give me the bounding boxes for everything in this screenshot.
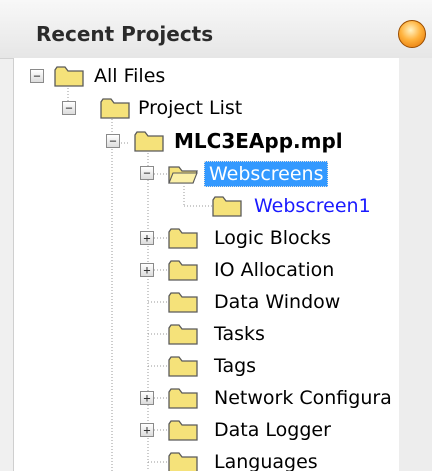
tree-node-project-file[interactable]: − MLC3EApp.mpl <box>106 127 396 155</box>
collapse-icon[interactable]: − <box>62 101 76 115</box>
recent-projects-panel: Recent Projects − All Files − Project Li… <box>0 0 432 471</box>
folder-icon <box>54 66 84 87</box>
tree-node-label: Data Window <box>214 291 341 313</box>
expand-icon[interactable]: + <box>140 391 154 405</box>
tree-node-project-list[interactable]: − Project List <box>62 94 302 122</box>
tree-node-label: Data Logger <box>214 419 331 441</box>
tree-node-label: Logic Blocks <box>214 227 331 249</box>
tree-node-tasks[interactable]: Tasks <box>140 320 390 348</box>
folder-icon <box>168 324 198 345</box>
tree-node-data-window[interactable]: Data Window <box>140 288 390 316</box>
folder-icon <box>134 131 164 152</box>
tree-node-label: Tags <box>214 355 257 377</box>
folder-icon <box>168 228 198 249</box>
folder-icon <box>168 292 198 313</box>
tree-node-webscreen1[interactable]: Webscreen1 <box>212 192 402 220</box>
tree-node-data-logger[interactable]: + Data Logger <box>140 416 390 444</box>
tree-node-label[interactable]: Webscreen1 <box>254 192 371 220</box>
tree-node-label: MLC3EApp.mpl <box>174 129 343 153</box>
tree-node-all-files[interactable]: − All Files <box>30 62 230 90</box>
folder-icon <box>212 196 242 217</box>
tree-node-io-allocation[interactable]: + IO Allocation <box>140 256 390 284</box>
expand-icon[interactable]: + <box>140 263 154 277</box>
folder-icon <box>100 98 130 119</box>
tree-node-label: Tasks <box>214 323 265 345</box>
tree-node-logic-blocks[interactable]: + Logic Blocks <box>140 224 390 252</box>
folder-icon <box>168 452 198 471</box>
tree-node-webscreens[interactable]: − Webscreens <box>140 159 390 187</box>
tree-node-tags[interactable]: Tags <box>140 352 390 380</box>
folder-icon <box>168 388 198 409</box>
tree-node-label: Project List <box>138 97 243 119</box>
expand-icon[interactable]: + <box>140 423 154 437</box>
tree-node-languages[interactable]: Languages <box>140 448 390 471</box>
open-folder-icon <box>168 166 198 184</box>
expand-icon[interactable]: + <box>140 231 154 245</box>
tree-node-network-configuration[interactable]: + Network Configura <box>140 384 398 412</box>
tree-node-label: Languages <box>214 451 318 471</box>
collapse-icon[interactable]: − <box>106 134 120 148</box>
collapse-icon[interactable]: − <box>140 166 154 180</box>
tree-node-label: All Files <box>94 65 166 87</box>
folder-icon <box>168 260 198 281</box>
tree-node-label: Webscreens <box>204 161 329 187</box>
folder-icon <box>168 420 198 441</box>
collapse-icon[interactable]: − <box>30 69 44 83</box>
tree-node-label: IO Allocation <box>214 259 335 281</box>
tree-node-label: Network Configura <box>214 387 392 409</box>
folder-icon <box>168 356 198 377</box>
